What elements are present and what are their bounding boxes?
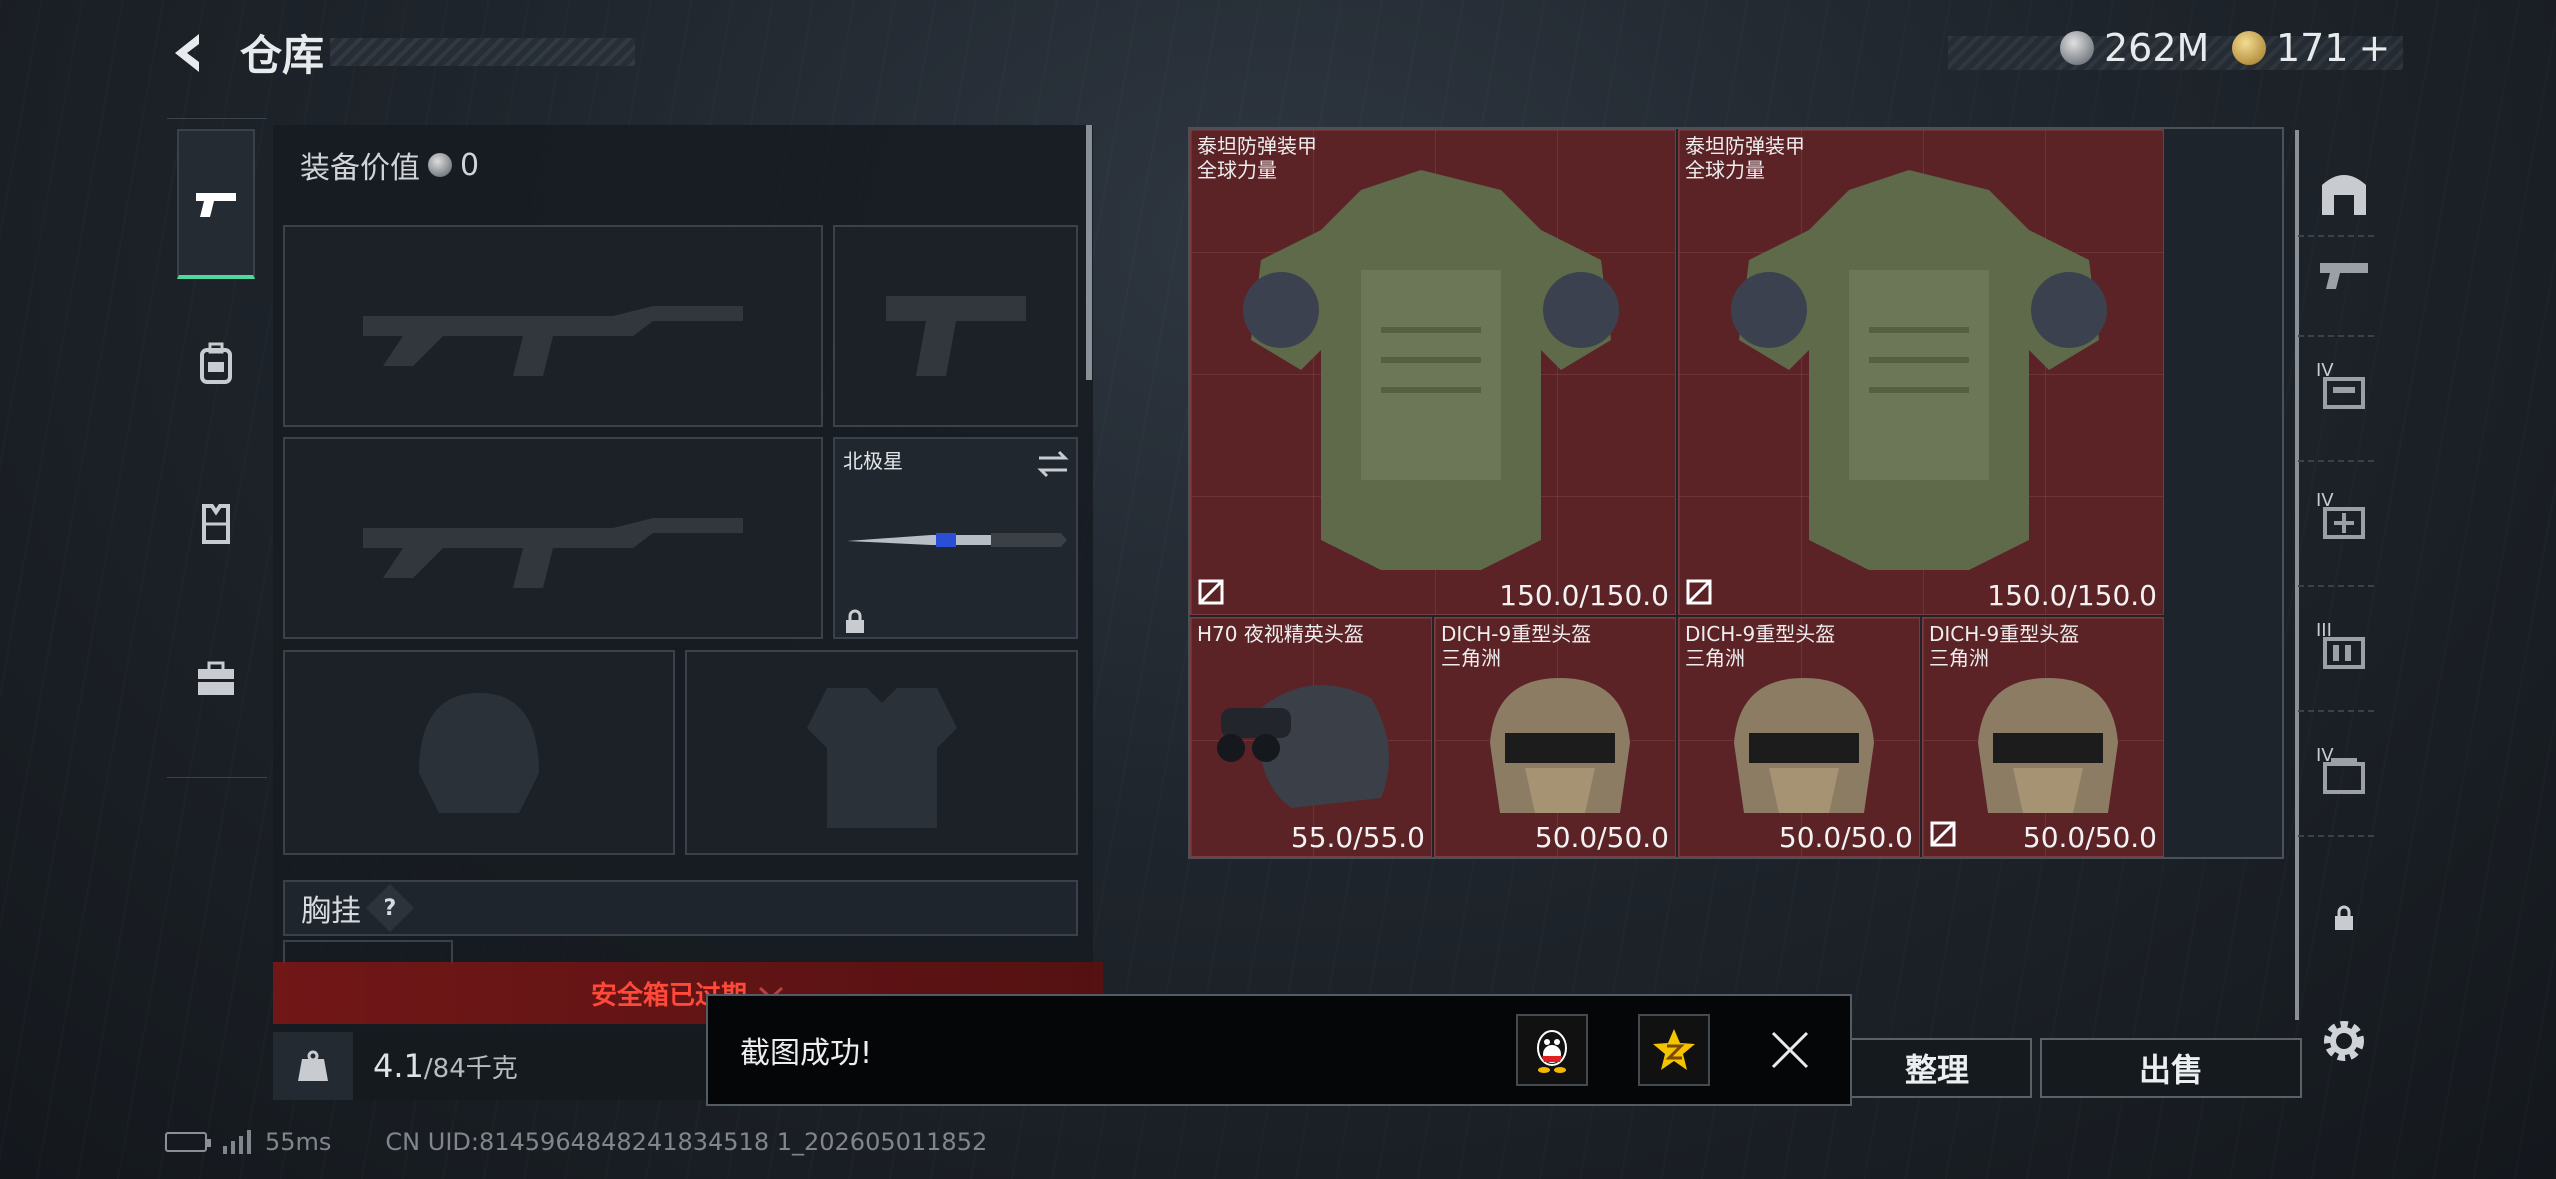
stash-item-helmet-1[interactable]: DICH-9重型头盔 三角洲 50.0/50.0 xyxy=(1434,617,1676,857)
sell-button[interactable]: 出售 xyxy=(2040,1038,2302,1098)
rifle-silhouette-icon xyxy=(363,306,743,376)
locked-filter[interactable] xyxy=(2316,890,2372,946)
title-decoration xyxy=(330,38,635,66)
qzone-star-icon xyxy=(1653,1029,1695,1070)
armor-silhouette-icon xyxy=(806,687,957,828)
all-items-filter[interactable] xyxy=(2316,165,2372,221)
no-insurance-icon xyxy=(1930,821,1956,847)
settings-button[interactable] xyxy=(2318,1015,2370,1079)
primary-weapon-slot[interactable] xyxy=(283,225,823,427)
close-toast-button[interactable] xyxy=(1760,1020,1820,1080)
qq-penguin-icon xyxy=(1537,1030,1567,1073)
tier-filter-1[interactable]: IV xyxy=(2316,360,2372,416)
equipment-value: 装备价值 0 xyxy=(300,147,480,187)
helmet-slot[interactable] xyxy=(283,650,675,855)
no-insurance-icon xyxy=(1686,579,1712,605)
secondary-weapon-slot[interactable] xyxy=(833,225,1078,427)
status-bar: 55ms CN UID:8145964848241834518 1_202605… xyxy=(165,1128,987,1156)
heavy-helmet-icon xyxy=(1978,678,2118,813)
lock-icon xyxy=(2335,905,2353,930)
heavy-helmet-icon xyxy=(1490,678,1630,813)
signal-icon xyxy=(223,1130,251,1154)
tier-filter-4[interactable]: IV xyxy=(2316,745,2372,801)
tier-filter-3[interactable]: III xyxy=(2316,620,2372,676)
stash-item-armor-2[interactable]: 泰坦防弹装甲 全球力量 150.0/150.0 xyxy=(1678,129,2164,615)
swap-icon[interactable] xyxy=(1035,449,1071,479)
pistol-silhouette-icon xyxy=(885,296,1026,376)
silver-coin-icon xyxy=(2060,31,2094,65)
stash-scrollbar[interactable] xyxy=(2295,130,2299,1020)
pouch-slot[interactable] xyxy=(283,940,453,964)
backpack-tab[interactable] xyxy=(177,289,255,439)
tier-filter-2[interactable]: IV xyxy=(2316,490,2372,546)
weight-icon xyxy=(273,1032,353,1100)
battery-icon xyxy=(165,1132,211,1152)
weapon-tab[interactable] xyxy=(177,129,255,279)
briefcase-icon xyxy=(198,661,234,695)
stash-item-helmet-2[interactable]: DICH-9重型头盔 三角洲 50.0/50.0 xyxy=(1678,617,1920,857)
pistol-icon xyxy=(196,193,236,217)
helmet-silhouette-icon xyxy=(419,692,539,813)
lock-icon xyxy=(846,609,864,633)
silver-coin-icon xyxy=(428,153,452,177)
vest-icon xyxy=(202,504,230,544)
stash-item-nvg-helmet[interactable]: H70 夜视精英头盔 55.0/55.0 xyxy=(1190,617,1432,857)
gold-currency[interactable]: 171 + xyxy=(2232,26,2390,70)
loadout-tabs xyxy=(167,118,267,778)
gold-coin-icon xyxy=(2232,31,2266,65)
share-qq-button[interactable] xyxy=(1516,1014,1588,1086)
warehouse-icon xyxy=(2322,175,2366,215)
nvg-helmet-icon xyxy=(1217,685,1389,808)
case-tab[interactable] xyxy=(177,604,255,754)
add-currency-button[interactable]: + xyxy=(2359,26,2391,70)
melee-slot[interactable]: 北极星 xyxy=(833,437,1078,639)
heavy-helmet-icon xyxy=(1734,678,1874,813)
no-insurance-icon xyxy=(1198,579,1224,605)
knife-icon xyxy=(847,533,1067,547)
chest-rig-row[interactable]: 胸挂 ? xyxy=(283,880,1078,936)
chest-rig-tab[interactable] xyxy=(177,449,255,599)
tertiary-weapon-slot[interactable] xyxy=(283,437,823,639)
stash-item-helmet-3[interactable]: DICH-9重型头盔 三角洲 50.0/50.0 xyxy=(1922,617,2164,857)
gun-filter-icon xyxy=(2320,263,2368,289)
silver-currency: 262M xyxy=(2060,26,2209,70)
screenshot-toast: 截图成功! xyxy=(706,994,1852,1106)
armor-slot[interactable] xyxy=(685,650,1078,855)
backpack-icon xyxy=(200,342,232,384)
back-button[interactable] xyxy=(165,28,215,78)
body-armor-icon xyxy=(1731,170,2107,570)
loadout-scrollbar[interactable] xyxy=(1086,125,1092,380)
rifle-silhouette-icon xyxy=(363,518,743,588)
weapon-filter[interactable] xyxy=(2316,245,2372,301)
gear-icon xyxy=(2324,1021,2364,1061)
stash-item-armor-1[interactable]: 泰坦防弹装甲 全球力量 150.0/150.0 xyxy=(1190,129,1676,615)
page-title: 仓库 xyxy=(240,31,325,80)
help-icon[interactable]: ? xyxy=(365,883,415,933)
back-arrow-icon xyxy=(175,34,199,72)
body-armor-icon xyxy=(1243,170,1619,570)
weight-indicator: 4.1/84千克 xyxy=(273,1032,713,1100)
close-icon xyxy=(1771,1031,1809,1069)
sort-button[interactable]: 整理 xyxy=(1842,1038,2032,1098)
share-qzone-button[interactable] xyxy=(1638,1014,1710,1086)
